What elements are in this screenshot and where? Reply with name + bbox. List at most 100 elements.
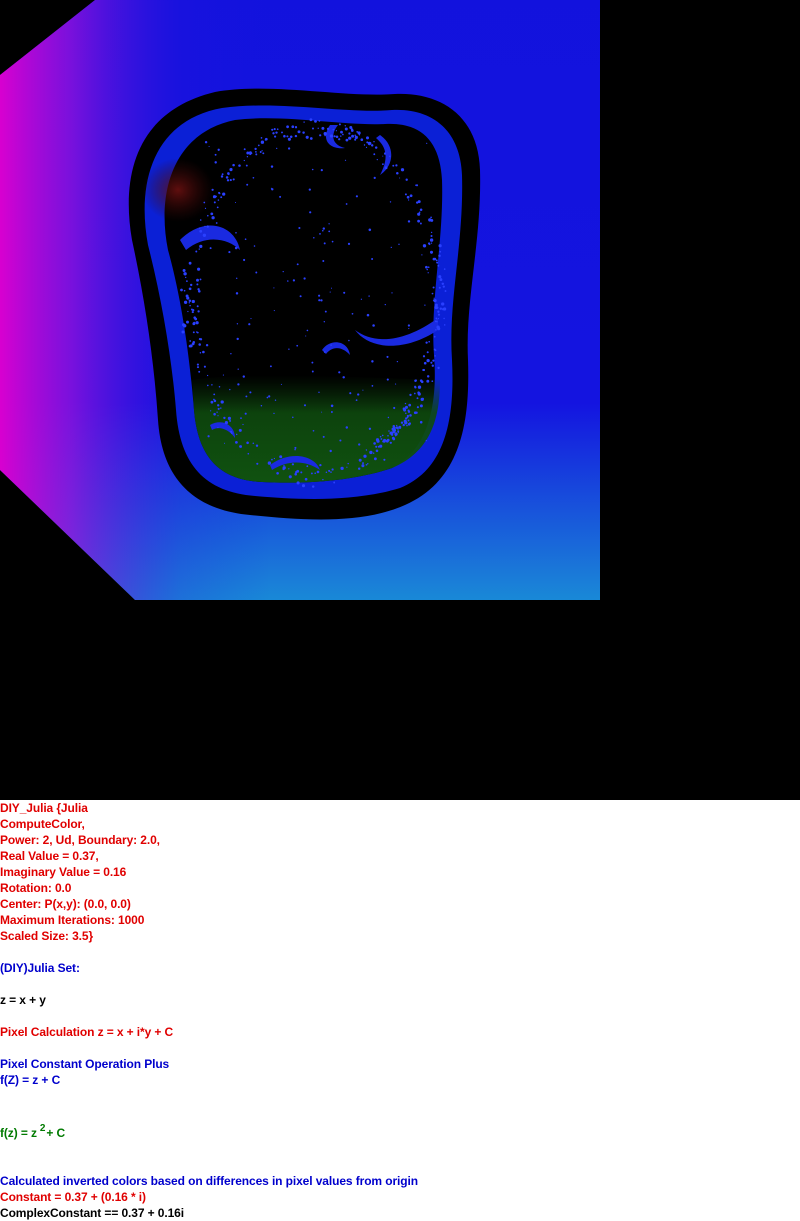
boundary-dot bbox=[422, 397, 424, 400]
boundary-dot bbox=[267, 461, 272, 465]
interior-dot bbox=[391, 292, 393, 294]
boundary-dot bbox=[271, 128, 274, 131]
boundary-dot bbox=[217, 404, 220, 407]
interior-dot bbox=[242, 423, 244, 426]
interior-dot bbox=[322, 260, 325, 262]
boundary-dot bbox=[319, 134, 322, 137]
power-formula-suffix: + C bbox=[46, 1126, 66, 1140]
boundary-dot bbox=[419, 208, 423, 211]
interior-dot bbox=[345, 426, 349, 429]
boundary-dot bbox=[216, 206, 219, 209]
boundary-dot bbox=[283, 134, 286, 138]
boundary-dot bbox=[288, 468, 290, 470]
interior-dot bbox=[296, 263, 299, 266]
boundary-dot bbox=[427, 272, 429, 274]
power-formula-prefix: f(z) = z bbox=[0, 1126, 37, 1140]
interior-dot bbox=[313, 236, 315, 239]
interior-dot bbox=[330, 411, 333, 413]
boundary-dot bbox=[407, 419, 410, 422]
boundary-dot bbox=[437, 366, 440, 370]
boundary-dot bbox=[363, 144, 366, 146]
boundary-dot bbox=[305, 135, 309, 139]
interior-dot bbox=[214, 161, 217, 164]
boundary-dot bbox=[291, 463, 295, 466]
boundary-dot bbox=[413, 392, 416, 395]
operation-formula: f(Z) = z + C bbox=[0, 1073, 61, 1087]
interior-dot bbox=[279, 195, 282, 198]
interior-dot bbox=[339, 439, 342, 442]
boundary-dot bbox=[199, 278, 202, 281]
boundary-dot bbox=[295, 471, 298, 474]
boundary-dot bbox=[186, 320, 189, 324]
boundary-dot bbox=[390, 431, 393, 434]
boundary-dot bbox=[441, 282, 445, 286]
interior-dot bbox=[273, 310, 275, 312]
boundary-dot bbox=[396, 424, 398, 427]
boundary-dot bbox=[196, 278, 199, 282]
boundary-dot bbox=[354, 134, 357, 137]
interior-dot bbox=[287, 147, 291, 150]
boundary-dot bbox=[322, 478, 324, 481]
boundary-dot bbox=[354, 135, 358, 140]
boundary-dot bbox=[332, 128, 335, 131]
boundary-dot bbox=[419, 222, 422, 225]
interior-dot bbox=[309, 211, 312, 214]
boundary-dot bbox=[331, 468, 334, 471]
boundary-dot bbox=[326, 127, 330, 131]
interior-dot bbox=[229, 388, 231, 391]
boundary-dot bbox=[360, 138, 364, 142]
interior-dot bbox=[360, 298, 363, 300]
interior-dot bbox=[311, 361, 314, 364]
interior-dot bbox=[242, 375, 245, 378]
interior-dot bbox=[204, 140, 208, 144]
boundary-dot bbox=[328, 469, 331, 472]
boundary-dot bbox=[382, 440, 384, 443]
boundary-dot bbox=[348, 132, 351, 135]
interior-dot bbox=[270, 165, 274, 168]
boundary-dot bbox=[323, 131, 327, 136]
boundary-dot bbox=[230, 168, 233, 170]
boundary-dot bbox=[306, 465, 309, 468]
boundary-dot bbox=[417, 219, 420, 223]
boundary-dot bbox=[409, 194, 413, 198]
interior-dot bbox=[260, 404, 263, 407]
interior-dot bbox=[382, 155, 384, 157]
boundary-dot bbox=[435, 317, 438, 320]
boundary-dot bbox=[402, 423, 405, 427]
interior-dot bbox=[355, 195, 358, 198]
set-title: (DIY)Julia Set: bbox=[0, 961, 80, 975]
interior-dot bbox=[250, 318, 252, 320]
boundary-dot bbox=[365, 449, 368, 451]
boundary-dot bbox=[423, 361, 427, 365]
interior-dot bbox=[246, 183, 249, 186]
boundary-dot bbox=[196, 283, 199, 286]
info-line-center: Center: P(x,y): (0.0, 0.0) bbox=[0, 897, 131, 911]
boundary-dot bbox=[373, 153, 376, 156]
interior-dot bbox=[331, 240, 334, 243]
boundary-dot bbox=[196, 305, 199, 308]
boundary-dot bbox=[197, 288, 200, 291]
boundary-dot bbox=[384, 166, 388, 170]
interior-dot bbox=[424, 304, 426, 306]
interior-dot bbox=[355, 399, 358, 401]
interior-dot bbox=[308, 188, 311, 191]
boundary-dot bbox=[303, 121, 305, 123]
boundary-dot bbox=[199, 229, 203, 233]
boundary-dot bbox=[430, 216, 432, 219]
boundary-dot bbox=[217, 199, 220, 201]
boundary-dot bbox=[408, 422, 412, 425]
z-definition: z = x + y bbox=[0, 993, 46, 1007]
interior-dot bbox=[215, 222, 218, 224]
boundary-dot bbox=[443, 268, 446, 270]
interior-dot bbox=[362, 389, 364, 391]
interior-dot bbox=[269, 365, 272, 368]
interior-dot bbox=[268, 395, 271, 398]
boundary-dot bbox=[196, 331, 198, 333]
boundary-dot bbox=[302, 131, 305, 134]
boundary-dot bbox=[409, 393, 412, 397]
boundary-dot bbox=[398, 425, 402, 429]
interior-dot bbox=[214, 153, 217, 156]
interior-dot bbox=[368, 427, 372, 430]
boundary-dot bbox=[314, 120, 317, 123]
boundary-dot bbox=[345, 138, 349, 142]
